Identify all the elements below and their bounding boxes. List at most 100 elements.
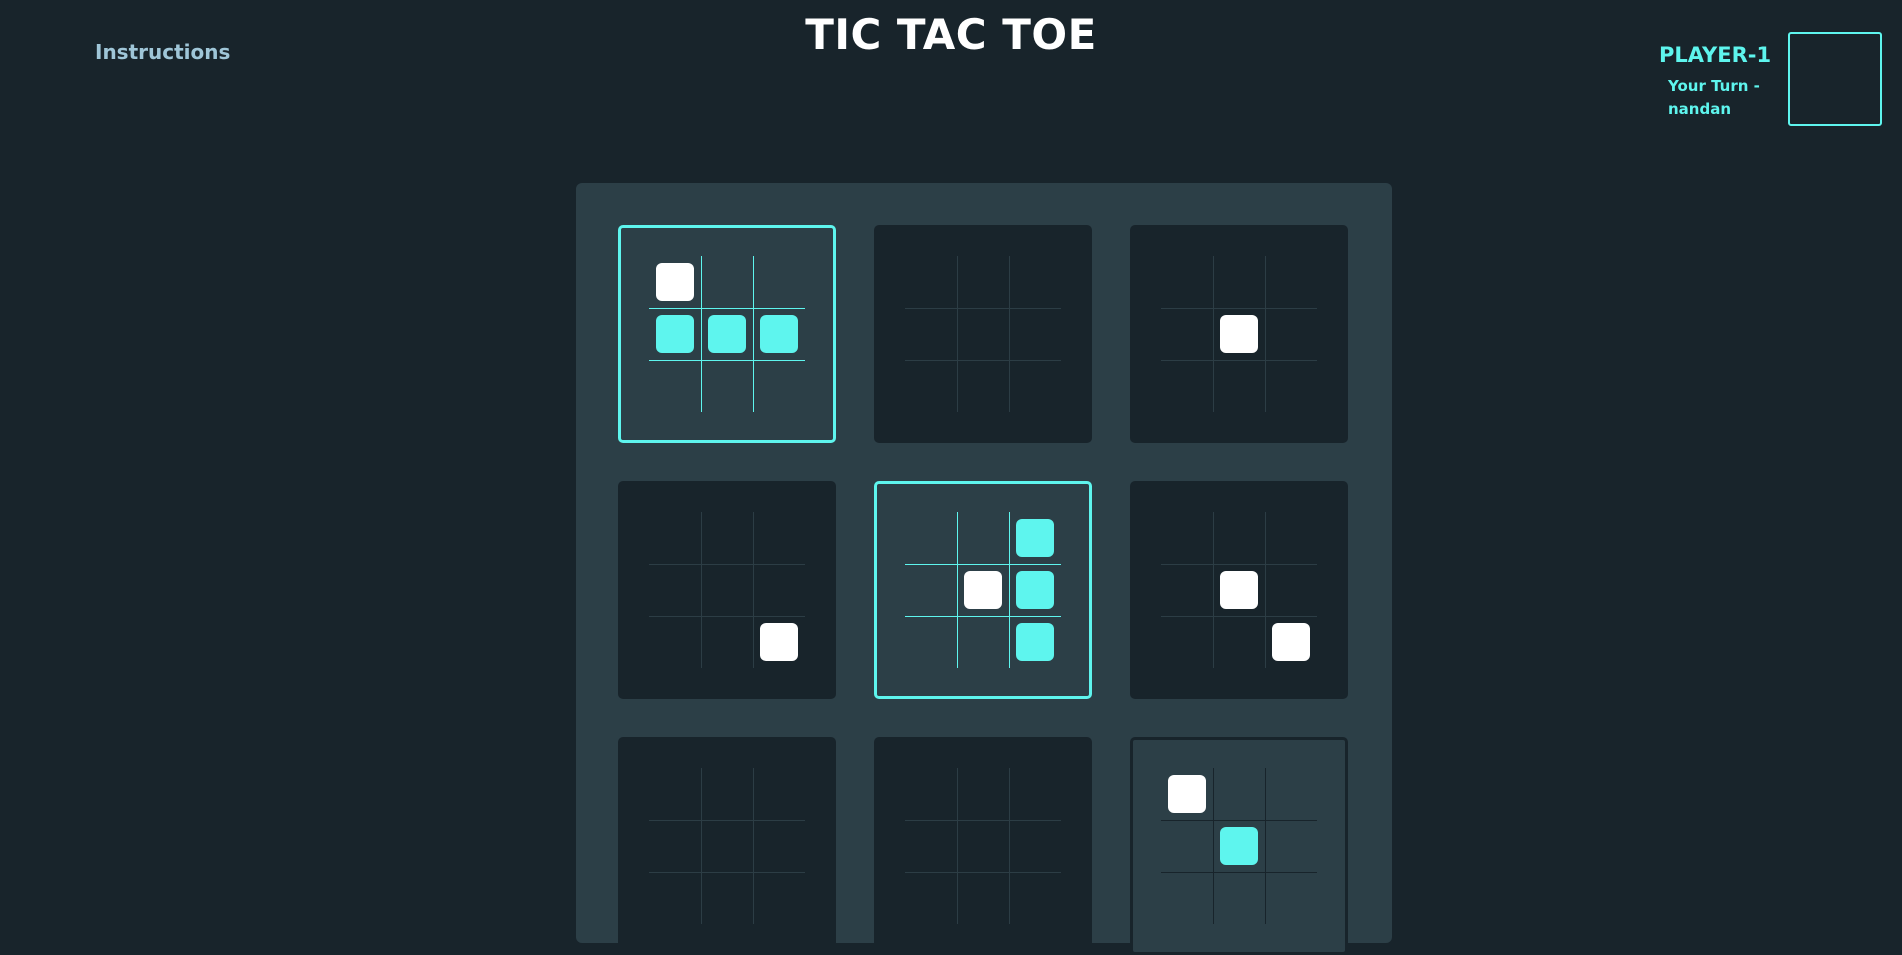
- cell[interactable]: [1161, 512, 1213, 564]
- cell[interactable]: [957, 512, 1009, 564]
- cell[interactable]: [905, 616, 957, 668]
- turn-indicator: Your Turn - nandan: [1668, 77, 1760, 118]
- sub-board-3[interactable]: [1130, 225, 1348, 443]
- cell[interactable]: [905, 256, 957, 308]
- cell[interactable]: [701, 256, 753, 308]
- cell[interactable]: [1265, 256, 1317, 308]
- cell[interactable]: [753, 256, 805, 308]
- cell[interactable]: [1265, 564, 1317, 616]
- sub-board-9[interactable]: [1130, 737, 1348, 955]
- cell[interactable]: [1009, 616, 1061, 668]
- cell[interactable]: [701, 820, 753, 872]
- cell[interactable]: [753, 564, 805, 616]
- cell[interactable]: [1161, 820, 1213, 872]
- cell[interactable]: [1009, 308, 1061, 360]
- cell[interactable]: [649, 256, 701, 308]
- cell[interactable]: [957, 872, 1009, 924]
- cell[interactable]: [1009, 872, 1061, 924]
- player-x-mark: [1220, 827, 1258, 865]
- cell[interactable]: [701, 768, 753, 820]
- cell[interactable]: [905, 768, 957, 820]
- cell[interactable]: [701, 308, 753, 360]
- cell[interactable]: [1009, 256, 1061, 308]
- cell[interactable]: [1161, 256, 1213, 308]
- cell[interactable]: [957, 820, 1009, 872]
- cell[interactable]: [957, 308, 1009, 360]
- game-board: [576, 183, 1392, 955]
- cell[interactable]: [1009, 768, 1061, 820]
- cell[interactable]: [1213, 360, 1265, 412]
- sub-board-2[interactable]: [874, 225, 1092, 443]
- cell[interactable]: [1009, 820, 1061, 872]
- cell[interactable]: [701, 616, 753, 668]
- cell[interactable]: [1265, 820, 1317, 872]
- cell[interactable]: [1161, 616, 1213, 668]
- cell[interactable]: [649, 564, 701, 616]
- cell[interactable]: [1265, 872, 1317, 924]
- cell[interactable]: [753, 872, 805, 924]
- cell[interactable]: [1265, 308, 1317, 360]
- cell[interactable]: [649, 360, 701, 412]
- cell[interactable]: [1213, 872, 1265, 924]
- sub-board-5[interactable]: [874, 481, 1092, 699]
- cell[interactable]: [905, 564, 957, 616]
- cell[interactable]: [1161, 564, 1213, 616]
- cell[interactable]: [1161, 768, 1213, 820]
- cell[interactable]: [957, 360, 1009, 412]
- cell[interactable]: [905, 512, 957, 564]
- cell[interactable]: [1213, 616, 1265, 668]
- player-x-mark: [1016, 519, 1054, 557]
- player-info: PLAYER-1 Your Turn - nandan: [1659, 43, 1779, 121]
- cell[interactable]: [753, 616, 805, 668]
- cell[interactable]: [957, 564, 1009, 616]
- cell[interactable]: [1213, 256, 1265, 308]
- cell[interactable]: [905, 820, 957, 872]
- cell[interactable]: [1265, 360, 1317, 412]
- cell[interactable]: [753, 360, 805, 412]
- cell[interactable]: [1161, 872, 1213, 924]
- cell[interactable]: [905, 308, 957, 360]
- cell[interactable]: [1009, 360, 1061, 412]
- cell[interactable]: [1265, 512, 1317, 564]
- sub-board-4[interactable]: [618, 481, 836, 699]
- cell[interactable]: [649, 820, 701, 872]
- cell[interactable]: [701, 564, 753, 616]
- cell[interactable]: [753, 768, 805, 820]
- cell[interactable]: [1161, 360, 1213, 412]
- cell[interactable]: [905, 872, 957, 924]
- cell[interactable]: [649, 308, 701, 360]
- cell[interactable]: [649, 616, 701, 668]
- cell[interactable]: [1213, 512, 1265, 564]
- cell[interactable]: [1213, 564, 1265, 616]
- cell[interactable]: [753, 512, 805, 564]
- cell[interactable]: [1213, 308, 1265, 360]
- cell[interactable]: [753, 820, 805, 872]
- cell[interactable]: [1213, 820, 1265, 872]
- cell[interactable]: [1009, 564, 1061, 616]
- player-o-mark: [1168, 775, 1206, 813]
- player-o-mark: [1220, 571, 1258, 609]
- cell[interactable]: [957, 616, 1009, 668]
- cell[interactable]: [649, 512, 701, 564]
- cell[interactable]: [957, 768, 1009, 820]
- cell[interactable]: [649, 768, 701, 820]
- cell[interactable]: [701, 512, 753, 564]
- cell[interactable]: [1265, 616, 1317, 668]
- sub-board-7[interactable]: [618, 737, 836, 955]
- cell[interactable]: [701, 360, 753, 412]
- cell[interactable]: [753, 308, 805, 360]
- cell[interactable]: [649, 872, 701, 924]
- player-symbol-box: [1788, 32, 1882, 126]
- sub-board-6[interactable]: [1130, 481, 1348, 699]
- cell[interactable]: [1265, 768, 1317, 820]
- cell[interactable]: [905, 360, 957, 412]
- cell[interactable]: [1161, 308, 1213, 360]
- cell[interactable]: [701, 872, 753, 924]
- player-o-mark: [1272, 623, 1310, 661]
- sub-board-1[interactable]: [618, 225, 836, 443]
- cell[interactable]: [1213, 768, 1265, 820]
- player-x-mark: [1016, 571, 1054, 609]
- cell[interactable]: [1009, 512, 1061, 564]
- cell[interactable]: [957, 256, 1009, 308]
- sub-board-8[interactable]: [874, 737, 1092, 955]
